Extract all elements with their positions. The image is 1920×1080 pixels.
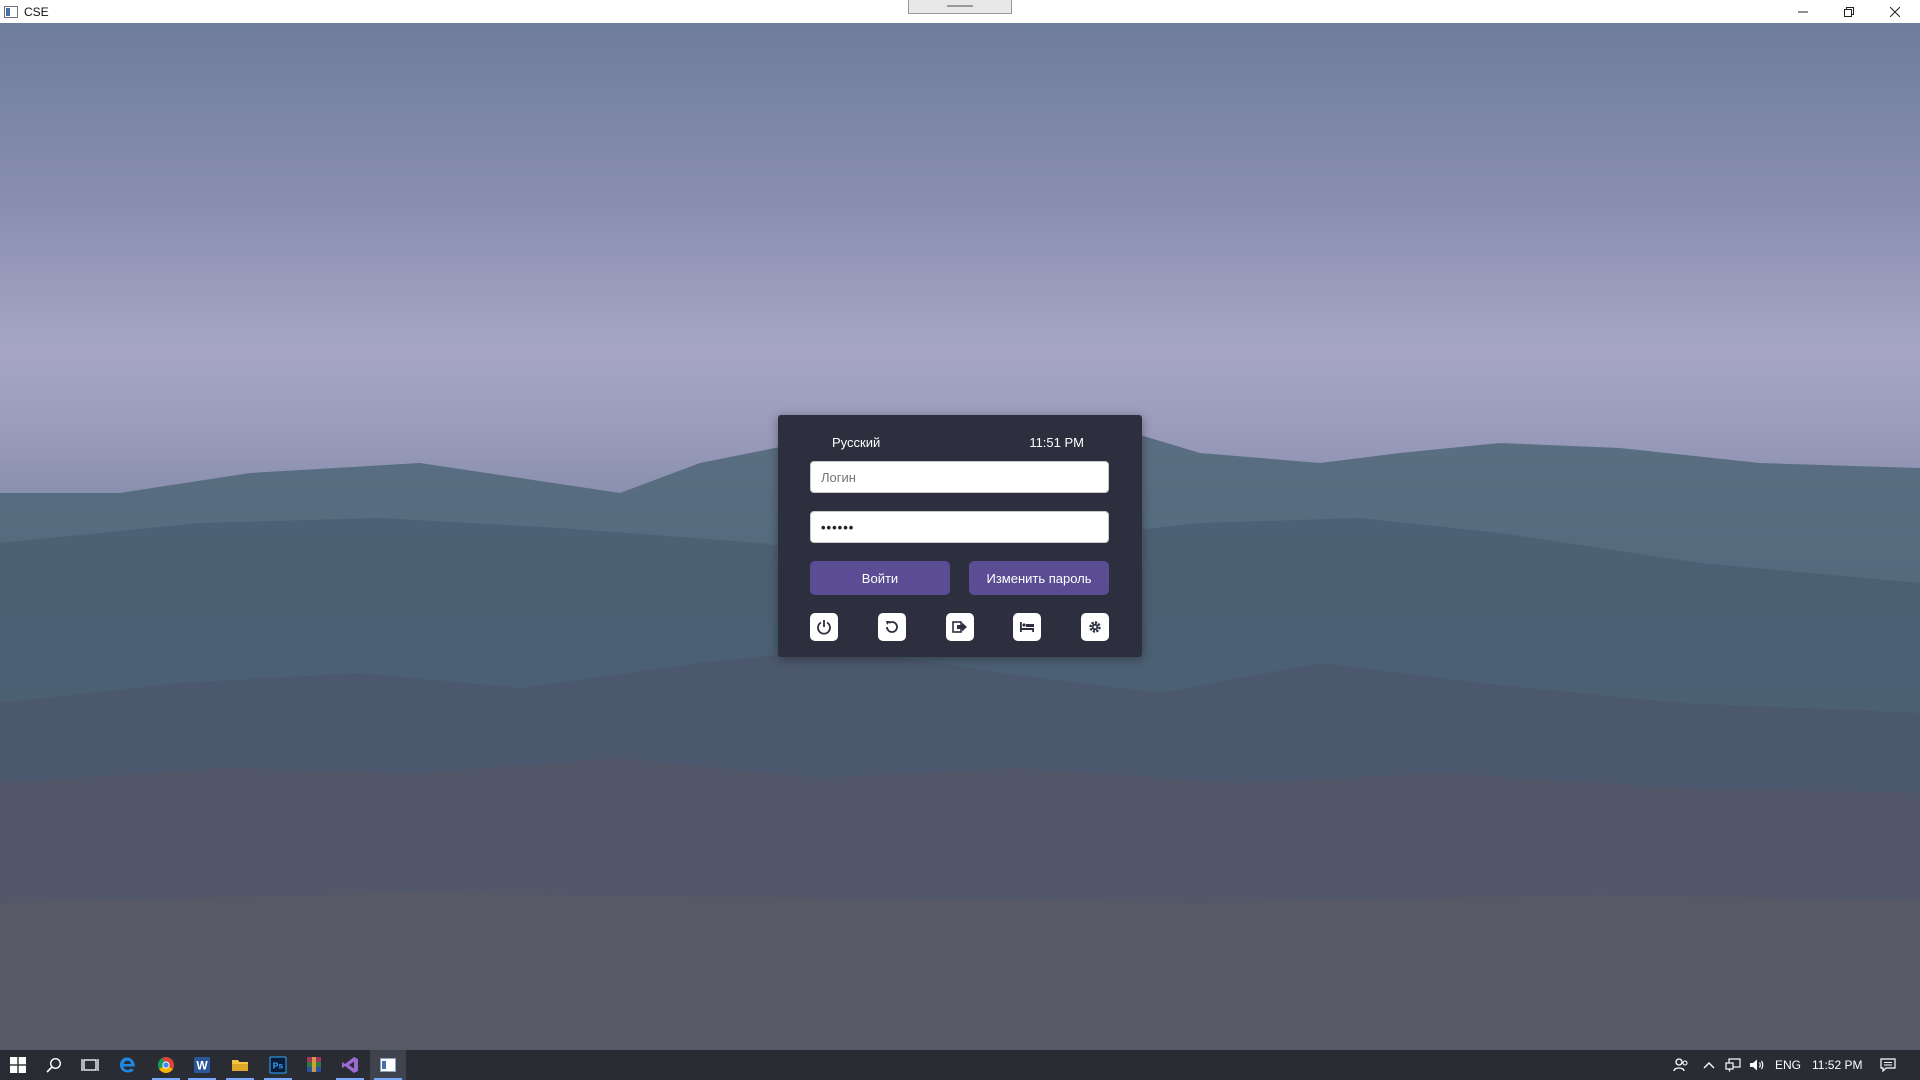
- settings-icon: [1089, 621, 1101, 633]
- people-icon: [1673, 1058, 1688, 1072]
- window-title: CSE: [24, 4, 49, 19]
- task-view-icon: [81, 1059, 99, 1071]
- settings-button[interactable]: [1081, 613, 1109, 641]
- volume-icon: [1750, 1059, 1764, 1071]
- photoshop-icon: Ps: [269, 1056, 287, 1074]
- chevron-up-icon: [1703, 1062, 1715, 1069]
- search-icon: [46, 1057, 62, 1073]
- network-button[interactable]: [1721, 1050, 1745, 1080]
- login-input[interactable]: [810, 461, 1109, 493]
- edge-button[interactable]: [110, 1050, 146, 1080]
- taskbar: W Ps ENG 11:52 PM: [0, 1050, 1920, 1080]
- cse-app-button[interactable]: [370, 1050, 406, 1080]
- svg-text:Ps: Ps: [273, 1061, 284, 1071]
- winrar-button[interactable]: [296, 1050, 332, 1080]
- restore-button[interactable]: [1826, 0, 1872, 23]
- drag-handle[interactable]: [908, 0, 1012, 14]
- chrome-button[interactable]: [148, 1050, 184, 1080]
- close-button[interactable]: [1872, 0, 1918, 23]
- start-icon: [10, 1057, 26, 1073]
- input-language-indicator[interactable]: ENG: [1775, 1050, 1801, 1080]
- winrar-icon: [307, 1057, 321, 1072]
- task-view-button[interactable]: [72, 1050, 108, 1080]
- restart-icon: [886, 621, 898, 633]
- notifications-icon: [1880, 1058, 1896, 1072]
- logout-button[interactable]: [946, 613, 974, 641]
- visual-studio-icon: [342, 1057, 358, 1073]
- people-button[interactable]: [1669, 1050, 1693, 1080]
- window-titlebar[interactable]: CSE: [0, 0, 1920, 23]
- change-password-button[interactable]: Изменить пароль: [969, 561, 1109, 595]
- panel-clock: 11:51 PM: [1029, 435, 1084, 450]
- cse-app-icon: [380, 1058, 396, 1072]
- restore-icon: [1844, 6, 1854, 17]
- restart-button[interactable]: [878, 613, 906, 641]
- show-hidden-icons-button[interactable]: [1697, 1050, 1721, 1080]
- file-explorer-icon: [232, 1060, 248, 1071]
- logout-icon: [952, 621, 967, 633]
- sleep-icon: [1020, 622, 1034, 632]
- search-button[interactable]: [36, 1050, 72, 1080]
- volume-button[interactable]: [1745, 1050, 1769, 1080]
- login-button[interactable]: Войти: [810, 561, 950, 595]
- language-label[interactable]: Русский: [832, 435, 880, 450]
- system-actions: [810, 613, 1109, 641]
- close-icon: [1890, 6, 1900, 17]
- word-icon: W: [194, 1057, 210, 1073]
- taskbar-clock[interactable]: 11:52 PM: [1812, 1050, 1862, 1080]
- power-button[interactable]: [810, 613, 838, 641]
- sleep-button[interactable]: [1013, 613, 1041, 641]
- file-explorer-button[interactable]: [222, 1050, 258, 1080]
- photoshop-button[interactable]: Ps: [260, 1050, 296, 1080]
- edge-icon: [120, 1057, 135, 1073]
- password-input[interactable]: [810, 511, 1109, 543]
- app-window-icon: [4, 5, 18, 18]
- minimize-icon: [1798, 11, 1808, 12]
- chrome-icon: [158, 1057, 174, 1073]
- word-button[interactable]: W: [184, 1050, 220, 1080]
- start-button[interactable]: [0, 1050, 36, 1080]
- power-icon: [817, 620, 831, 635]
- login-panel: Русский 11:51 PM Войти Изменить пароль: [778, 415, 1142, 657]
- svg-text:W: W: [196, 1059, 208, 1073]
- visual-studio-button[interactable]: [332, 1050, 368, 1080]
- notifications-button[interactable]: [1876, 1050, 1900, 1080]
- minimize-button[interactable]: [1780, 0, 1826, 23]
- network-icon: [1725, 1058, 1741, 1072]
